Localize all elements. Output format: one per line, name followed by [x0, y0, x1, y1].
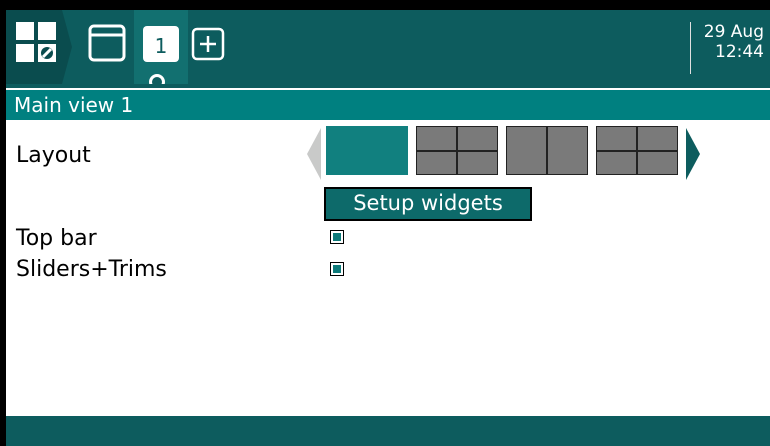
add-view-icon[interactable]: [188, 22, 230, 64]
layout-next-arrow[interactable]: [686, 128, 700, 180]
top-bar-label: Top bar: [16, 226, 97, 251]
layout-option-grid-2x2[interactable]: [416, 126, 498, 175]
header-underline: [6, 84, 770, 88]
layout-option-grid-2x2-alt[interactable]: [596, 126, 678, 175]
layout-cell: [547, 126, 588, 175]
date-label: 29 Aug: [703, 22, 764, 42]
layout-cell: [416, 151, 457, 175]
tab-number: 1: [154, 34, 168, 58]
layout-label: Layout: [16, 143, 91, 168]
page-title: Main view 1: [14, 93, 134, 117]
top-bar-checkbox[interactable]: [330, 230, 344, 244]
layout-cell: [637, 126, 678, 151]
sliders-trims-label: Sliders+Trims: [16, 257, 167, 282]
layout-prev-arrow[interactable]: [307, 128, 321, 180]
layout-cell: [457, 151, 498, 175]
date-time: 29 Aug 12:44: [690, 22, 770, 74]
checkbox-check: [333, 265, 341, 273]
layout-cell: [416, 126, 457, 151]
layout-cell: [596, 151, 637, 175]
layout-cell: [506, 126, 547, 175]
screen: 1 29 Aug 12:44 Main view 1 Layout Setup …: [0, 0, 770, 446]
bezel-top: [0, 0, 770, 10]
layout-cell: [596, 126, 637, 151]
layout-cell: [457, 126, 498, 151]
title-bar: Main view 1: [6, 90, 770, 120]
tab-view-1[interactable]: 1: [134, 10, 188, 84]
layout-cell: [637, 151, 678, 175]
time-label: 12:44: [715, 42, 764, 62]
layout-option-full[interactable]: [326, 126, 408, 175]
view-window-icon[interactable]: [86, 22, 128, 64]
setup-widgets-button[interactable]: Setup widgets: [324, 187, 532, 221]
checkbox-check: [333, 233, 341, 241]
main-menu-icon[interactable]: [6, 10, 72, 84]
sliders-trims-checkbox[interactable]: [330, 262, 344, 276]
bottom-bar: [6, 416, 770, 446]
layout-option-split-columns[interactable]: [506, 126, 588, 175]
